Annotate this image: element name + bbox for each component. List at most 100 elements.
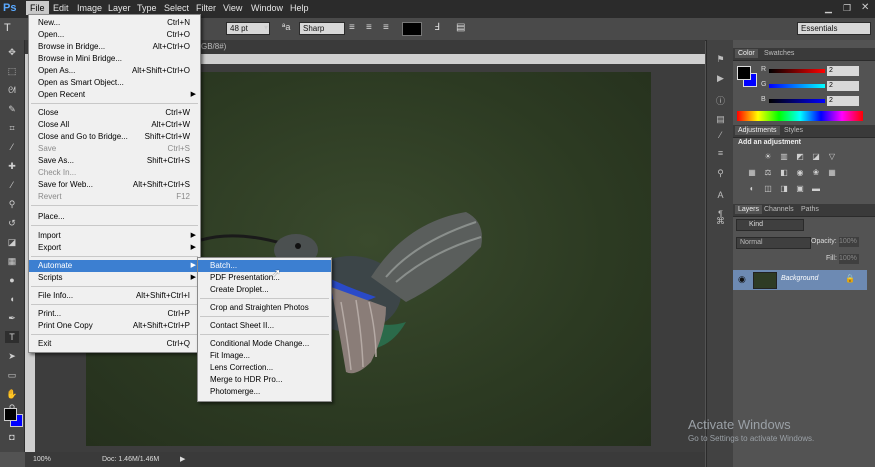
align-left-icon[interactable]: ≡ xyxy=(349,22,355,33)
g-value[interactable]: 2 xyxy=(827,81,859,91)
curves-icon[interactable]: ◩ xyxy=(795,152,805,162)
eye-icon[interactable]: ◉ xyxy=(738,274,746,285)
workspace-select[interactable]: Essentials xyxy=(797,22,871,35)
gradient-tool-icon[interactable]: ▦ xyxy=(5,255,19,267)
properties-icon[interactable]: ▤ xyxy=(715,114,726,125)
menu-item-print-one-copy[interactable]: Print One Copy Alt+Shift+Ctrl+P xyxy=(29,320,200,332)
tab-layers[interactable]: Layers xyxy=(735,205,763,214)
move-tool-icon[interactable]: ✥ xyxy=(5,46,19,58)
menu-item-open[interactable]: Open... Ctrl+O xyxy=(29,29,200,41)
align-right-icon[interactable]: ≡ xyxy=(383,22,389,33)
menu-item-import[interactable]: Import ▶ xyxy=(29,230,200,242)
b-slider[interactable] xyxy=(769,99,825,103)
clone-source-icon[interactable]: ⚲ xyxy=(715,168,726,179)
exposure-icon[interactable]: ◪ xyxy=(811,152,821,162)
menu-view[interactable]: View xyxy=(223,3,242,13)
color-balance-icon[interactable]: ⚖ xyxy=(763,168,773,178)
r-value[interactable]: 2 xyxy=(827,66,859,76)
menu-item-close-go-bridge[interactable]: Close and Go to Bridge... Shift+Ctrl+W xyxy=(29,131,200,143)
submenu-item-batch[interactable]: Batch... xyxy=(198,260,331,272)
maximize-icon[interactable]: ❐ xyxy=(843,3,851,14)
type-tool-icon[interactable]: T xyxy=(4,22,11,34)
menu-item-export[interactable]: Export ▶ xyxy=(29,242,200,254)
submenu-item-photomerge[interactable]: Photomerge... xyxy=(198,386,331,398)
vibrance-icon[interactable]: ▽ xyxy=(827,152,837,162)
dodge-tool-icon[interactable]: ◖ xyxy=(5,293,19,305)
menu-item-save-for-web[interactable]: Save for Web... Alt+Shift+Ctrl+S xyxy=(29,179,200,191)
close-icon[interactable]: ✕ xyxy=(861,2,869,13)
submenu-item-conditional-mode[interactable]: Conditional Mode Change... xyxy=(198,338,331,350)
submenu-item-create-droplet[interactable]: Create Droplet... xyxy=(198,284,331,296)
antialias-select[interactable]: Sharp xyxy=(299,22,345,35)
quick-select-tool-icon[interactable]: ✎ xyxy=(5,103,19,115)
levels-icon[interactable]: ▥ xyxy=(779,152,789,162)
tab-paths[interactable]: Paths xyxy=(798,205,822,214)
menu-item-new[interactable]: New... Ctrl+N xyxy=(29,17,200,29)
r-slider[interactable] xyxy=(769,69,825,73)
menu-item-automate[interactable]: Automate ▶ xyxy=(29,260,200,272)
channel-mixer-icon[interactable]: ❀ xyxy=(811,168,821,178)
quick-mask-icon[interactable]: ◘ xyxy=(5,431,19,443)
blend-mode-select[interactable]: Normal xyxy=(736,237,811,249)
menu-item-print[interactable]: Print... Ctrl+P xyxy=(29,308,200,320)
minimize-icon[interactable]: ▁ xyxy=(825,3,832,14)
align-center-icon[interactable]: ≡ xyxy=(366,22,372,33)
menu-file[interactable]: File xyxy=(26,1,49,15)
type-tool-icon[interactable]: T xyxy=(5,331,19,343)
text-color-swatch[interactable] xyxy=(402,22,422,36)
hand-tool-icon[interactable]: ✋ xyxy=(5,388,19,400)
shape-tool-icon[interactable]: ▭ xyxy=(5,369,19,381)
submenu-item-contact-sheet[interactable]: Contact Sheet II... xyxy=(198,320,331,332)
menu-item-close-all[interactable]: Close All Alt+Ctrl+W xyxy=(29,119,200,131)
menu-item-close[interactable]: Close Ctrl+W xyxy=(29,107,200,119)
glyphs-icon[interactable]: ⌘ xyxy=(715,216,726,227)
black-white-icon[interactable]: ◧ xyxy=(779,168,789,178)
b-value[interactable]: 2 xyxy=(827,96,859,106)
marquee-tool-icon[interactable]: ⬚ xyxy=(5,65,19,77)
menu-item-check-in[interactable]: Check In... xyxy=(29,167,200,179)
gradient-map-icon[interactable]: ▬ xyxy=(811,184,821,194)
g-slider[interactable] xyxy=(769,84,825,88)
zoom-level[interactable]: 100% xyxy=(33,456,51,463)
menu-item-scripts[interactable]: Scripts ▶ xyxy=(29,272,200,284)
tab-color[interactable]: Color xyxy=(735,49,758,58)
selective-color-icon[interactable]: ▣ xyxy=(795,184,805,194)
layer-row-background[interactable]: ◉ Background 🔒 xyxy=(733,270,867,290)
opacity-field[interactable]: 100% xyxy=(839,237,859,247)
info-icon[interactable]: ⓘ xyxy=(715,96,726,107)
pen-tool-icon[interactable]: ✒ xyxy=(5,312,19,324)
clone-stamp-tool-icon[interactable]: ⚲ xyxy=(5,198,19,210)
lasso-tool-icon[interactable]: ᘛ xyxy=(5,84,19,96)
chevron-right-icon[interactable]: ▶ xyxy=(180,455,185,463)
path-select-tool-icon[interactable]: ➤ xyxy=(5,350,19,362)
menu-item-open-as[interactable]: Open As... Alt+Shift+Ctrl+O xyxy=(29,65,200,77)
submenu-item-lens-correction[interactable]: Lens Correction... xyxy=(198,362,331,374)
fill-field[interactable]: 100% xyxy=(839,254,859,264)
menu-item-open-smart-object[interactable]: Open as Smart Object... xyxy=(29,77,200,89)
menu-item-save[interactable]: Save Ctrl+S xyxy=(29,143,200,155)
foreground-color-swatch[interactable] xyxy=(4,408,17,421)
menu-layer[interactable]: Layer xyxy=(108,3,131,13)
menu-item-file-info[interactable]: File Info... Alt+Shift+Ctrl+I xyxy=(29,290,200,302)
character-icon[interactable]: A xyxy=(715,190,726,201)
eyedropper-tool-icon[interactable]: ⁄ xyxy=(5,141,19,153)
photo-filter-icon[interactable]: ◉ xyxy=(795,168,805,178)
menu-item-open-recent[interactable]: Open Recent ▶ xyxy=(29,89,200,101)
threshold-icon[interactable]: ◨ xyxy=(779,184,789,194)
character-panel-icon[interactable]: ▤ xyxy=(456,22,465,33)
actions-icon[interactable]: ▶ xyxy=(715,73,726,84)
hue-saturation-icon[interactable]: ▦ xyxy=(747,168,757,178)
menu-item-exit[interactable]: Exit Ctrl+Q xyxy=(29,338,200,350)
submenu-item-fit-image[interactable]: Fit Image... xyxy=(198,350,331,362)
crop-tool-icon[interactable]: ⌗ xyxy=(5,122,19,134)
blur-tool-icon[interactable]: ● xyxy=(5,274,19,286)
warp-text-icon[interactable]: Ⅎ xyxy=(434,22,440,33)
tab-styles[interactable]: Styles xyxy=(781,126,806,135)
tab-channels[interactable]: Channels xyxy=(761,205,797,214)
menu-item-browse-mini-bridge[interactable]: Browse in Mini Bridge... xyxy=(29,53,200,65)
tab-adjustments[interactable]: Adjustments xyxy=(735,126,780,135)
brush-tool-icon[interactable]: ⁄ xyxy=(5,179,19,191)
color-lookup-icon[interactable]: ▦ xyxy=(827,168,837,178)
eraser-tool-icon[interactable]: ◪ xyxy=(5,236,19,248)
menu-edit[interactable]: Edit xyxy=(53,3,69,13)
